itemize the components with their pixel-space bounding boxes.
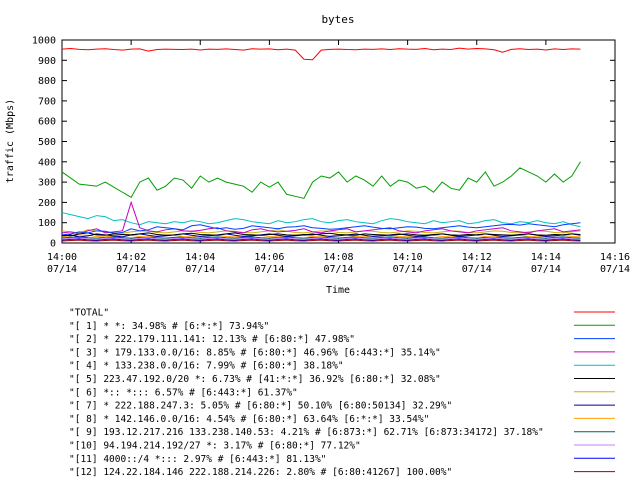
y-tick-label: 1000 bbox=[32, 36, 56, 47]
x-tick-label-date: 07/14 bbox=[185, 264, 215, 275]
series-lines bbox=[61, 47, 581, 242]
x-tick-label-date: 07/14 bbox=[116, 264, 146, 275]
legend-label: "[10] 94.194.214.192/27 *: 3.17% # [6:80… bbox=[69, 441, 361, 452]
legend-label: "[ 1] * *: 34.98% # [6:*:*] 73.94%" bbox=[69, 321, 269, 332]
legend: "TOTAL" "[ 1] * *: 34.98% # [6:*:*] 73.94… bbox=[69, 308, 615, 478]
x-tick-label-time: 14:00 bbox=[47, 252, 77, 263]
y-tick-label: 100 bbox=[38, 218, 56, 229]
legend-label: "[ 6] *:: *::: 6.57% # [6:443:*] 61.37%" bbox=[69, 387, 298, 398]
chart-svg: bytes 0 100 200 300 400 500 600 700 800 900 1000 1… bbox=[5, 13, 630, 478]
series-line-3 bbox=[61, 200, 581, 235]
y-tick-label: 900 bbox=[38, 56, 56, 67]
x-tick-label-time: 14:10 bbox=[393, 252, 423, 263]
x-tick-label-date: 07/14 bbox=[531, 264, 561, 275]
legend-label: "[ 4] * 133.238.0.0/16: 7.99% # [6:80:*]… bbox=[69, 361, 344, 372]
legend-label: "TOTAL" bbox=[69, 308, 109, 319]
series-line-1 bbox=[61, 161, 581, 199]
x-axis-label: Time bbox=[326, 285, 350, 296]
y-axis: 0 100 200 300 400 500 600 700 800 900 1000 bbox=[32, 36, 615, 250]
series-line-12 bbox=[61, 239, 581, 242]
legend-label: "[ 9] 193.12.217.216 133.238.140.53: 4.2… bbox=[69, 427, 544, 438]
y-tick-label: 300 bbox=[38, 178, 56, 189]
plot-frame bbox=[61, 39, 616, 244]
x-tick-label-time: 14:16 bbox=[600, 252, 630, 263]
legend-label: "[ 8] * 142.146.0.0/16: 4.54% # [6:80:*]… bbox=[69, 414, 429, 425]
legend-label: "[12] 124.22.184.146 222.188.214.226: 2.… bbox=[69, 467, 452, 478]
legend-label: "[ 2] * 222.179.111.141: 12.13% # [6:80:… bbox=[69, 334, 355, 345]
x-tick-label-date: 07/14 bbox=[254, 264, 284, 275]
y-axis-label: traffic (Mbps) bbox=[5, 99, 16, 183]
y-tick-label: 600 bbox=[38, 117, 56, 128]
x-tick-label-time: 14:12 bbox=[462, 252, 492, 263]
legend-label: "[ 7] * 222.188.247.3: 5.05% # [6:80:*] … bbox=[69, 401, 452, 412]
y-tick-label: 0 bbox=[50, 239, 56, 250]
y-tick-label: 500 bbox=[38, 137, 56, 148]
x-tick-label-time: 14:08 bbox=[323, 252, 353, 263]
legend-label: "[ 3] * 179.133.0.0/16: 8.85% # [6:80:*]… bbox=[69, 347, 441, 358]
x-tick-label-date: 07/14 bbox=[462, 264, 492, 275]
y-tick-label: 400 bbox=[38, 157, 56, 168]
y-tick-label: 200 bbox=[38, 198, 56, 209]
x-tick-label-date: 07/14 bbox=[600, 264, 630, 275]
legend-label: "[ 5] 223.47.192.0/20 *: 6.73% # [41:*:*… bbox=[69, 374, 441, 385]
x-tick-label-date: 07/14 bbox=[393, 264, 423, 275]
series-line-0 bbox=[61, 47, 581, 61]
y-tick-label: 800 bbox=[38, 76, 56, 87]
legend-label: "[11] 4000::/4 *::: 2.97% # [6:443:*] 81… bbox=[69, 454, 326, 465]
chart: bytes 0 100 200 300 400 500 600 700 800 900 1000 1… bbox=[0, 0, 640, 480]
y-tick-label: 700 bbox=[38, 96, 56, 107]
chart-title: bytes bbox=[321, 13, 354, 26]
x-tick-label-date: 07/14 bbox=[47, 264, 77, 275]
x-tick-label-time: 14:14 bbox=[531, 252, 561, 263]
x-tick-label-time: 14:04 bbox=[185, 252, 215, 263]
x-tick-label-date: 07/14 bbox=[323, 264, 353, 275]
x-tick-label-time: 14:06 bbox=[254, 252, 284, 263]
x-tick-label-time: 14:02 bbox=[116, 252, 146, 263]
